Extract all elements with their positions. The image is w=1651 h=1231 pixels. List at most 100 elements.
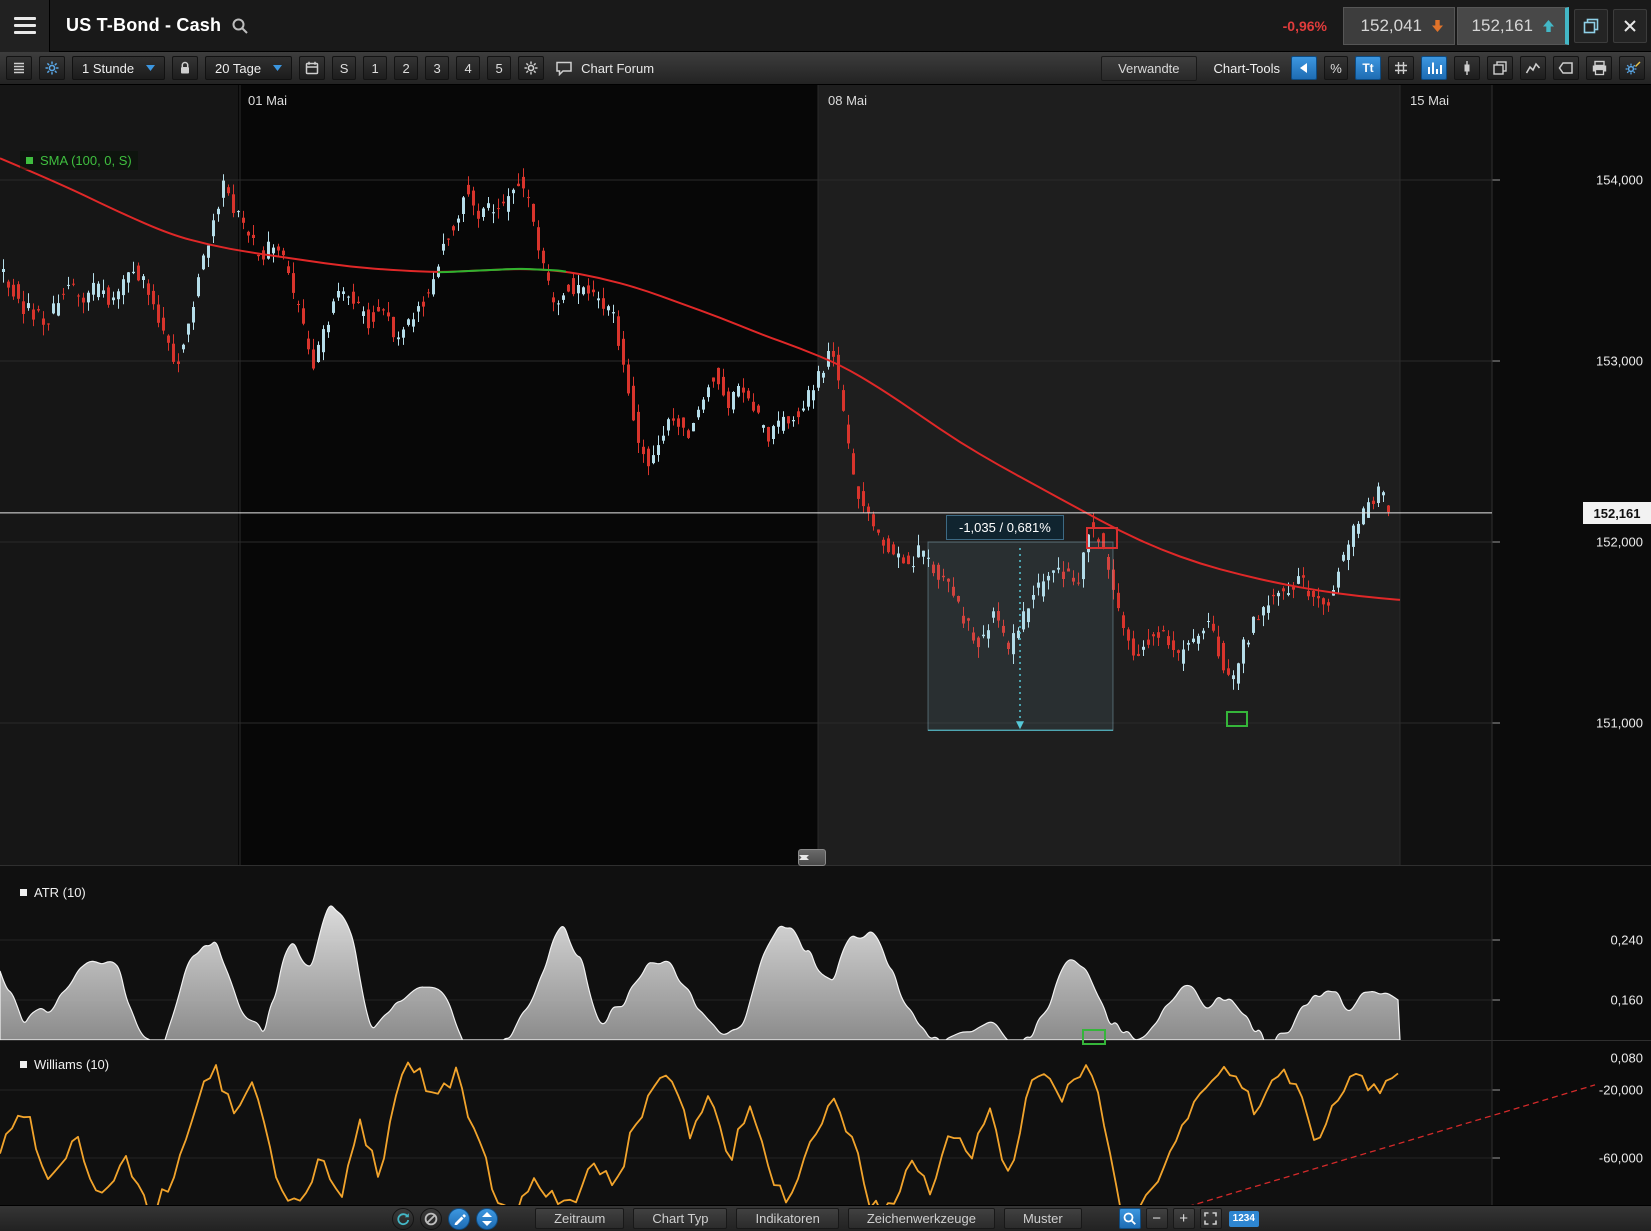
arrow-up-icon — [1542, 19, 1555, 33]
fit-chart-button[interactable] — [1200, 1208, 1222, 1229]
quote-panel-icon[interactable] — [6, 56, 32, 80]
atr-legend-text: ATR (10) — [34, 885, 86, 900]
chart-settings-gear-icon[interactable] — [518, 56, 544, 80]
titlebar: US T-Bond - Cash -0,96% 152,041 152,161 — [0, 0, 1651, 52]
line-chart-type-icon[interactable] — [1520, 56, 1546, 80]
muster-button[interactable]: Muster — [1004, 1208, 1082, 1229]
refresh-icon — [396, 1212, 410, 1226]
chart-area: 01 Mai 08 Mai 15 Mai 154,000 153,000 152… — [0, 85, 1651, 1205]
measure-region — [928, 542, 1113, 730]
current-price-badge: 152,161 — [1583, 502, 1651, 524]
close-window-button[interactable] — [1613, 9, 1647, 43]
buy-price-value: 152,161 — [1472, 16, 1533, 36]
measure-tooltip: -1,035 / 0,681% — [946, 515, 1064, 540]
speed-button-5[interactable]: 5 — [487, 56, 511, 80]
atr-axis-label: 0,160 — [1563, 993, 1643, 1008]
collapse-tools-button[interactable] — [1291, 56, 1317, 80]
callout-shape-icon[interactable] — [1553, 56, 1579, 80]
sell-price-value: 152,041 — [1361, 16, 1422, 36]
speed-button-s[interactable]: S — [332, 56, 356, 80]
speed-button-3[interactable]: 3 — [425, 56, 449, 80]
bottom-toolbar: Zeitraum Chart Typ Indikatoren Zeichenwe… — [0, 1205, 1651, 1231]
refresh-button[interactable] — [392, 1208, 414, 1230]
price-axis-label: 152,000 — [1563, 535, 1643, 550]
speed-button-4[interactable]: 4 — [456, 56, 480, 80]
settings-gear-icon[interactable] — [39, 56, 65, 80]
chart-edit-gear-icon[interactable] — [1619, 56, 1645, 80]
atr-bullet-icon — [20, 889, 27, 896]
lock-icon[interactable] — [172, 56, 198, 80]
grid-toggle-icon[interactable] — [1388, 56, 1414, 80]
pencil-icon — [453, 1212, 466, 1225]
duplicate-chart-icon[interactable] — [1487, 56, 1513, 80]
date-label: 08 Mai — [828, 93, 867, 108]
williams-legend-text: Williams (10) — [34, 1057, 109, 1072]
price-axis-label: 153,000 — [1563, 354, 1643, 369]
chart-typ-button[interactable]: Chart Typ — [633, 1208, 727, 1229]
williams-axis-label: -20,000 — [1563, 1083, 1643, 1098]
sma-legend-text: SMA (100, 0, S) — [40, 153, 132, 168]
instrument-title: US T-Bond - Cash — [66, 15, 221, 36]
chevron-down-icon — [146, 65, 155, 71]
hamburger-menu-button[interactable] — [0, 0, 50, 52]
chart-forum-button[interactable]: Chart Forum — [555, 60, 654, 76]
magnifier-icon — [1123, 1212, 1136, 1225]
print-icon[interactable] — [1586, 56, 1612, 80]
atr-legend[interactable]: ATR (10) — [20, 885, 86, 900]
price-axis-label: 154,000 — [1563, 173, 1643, 188]
arrow-down-icon — [1431, 19, 1444, 33]
calendar-icon[interactable] — [299, 56, 325, 80]
date-label: 01 Mai — [248, 93, 287, 108]
reorder-panels-button[interactable] — [476, 1208, 498, 1230]
williams-legend[interactable]: Williams (10) — [20, 1057, 109, 1072]
arrow-left-icon — [1299, 63, 1309, 73]
interval-value: 1 Stunde — [82, 61, 134, 76]
atr-axis-label: 0,080 — [1563, 1051, 1643, 1066]
pattern-marker-green — [1226, 711, 1248, 727]
expand-icon — [1204, 1212, 1217, 1225]
panel-divider — [0, 865, 1651, 866]
panel-divider — [0, 1040, 1651, 1041]
percent-scale-button[interactable]: % — [1324, 56, 1348, 80]
interval-dropdown[interactable]: 1 Stunde — [72, 56, 165, 80]
buy-price-button[interactable]: 152,161 — [1457, 7, 1569, 45]
chart-toolbar: 1 Stunde 20 Tage S 1 2 3 4 5 Chart Forum… — [0, 52, 1651, 85]
search-icon[interactable] — [231, 17, 249, 35]
text-tool-button[interactable]: Tt — [1355, 56, 1381, 80]
pattern-marker-green-williams — [1082, 1029, 1106, 1045]
williams-axis-label: -60,000 — [1563, 1151, 1643, 1166]
chevron-down-icon — [273, 65, 282, 71]
chart-forum-label: Chart Forum — [581, 61, 654, 76]
zoom-out-button[interactable]: − — [1146, 1208, 1168, 1229]
speech-bubble-icon — [555, 60, 573, 76]
up-down-arrows-icon — [481, 1212, 493, 1226]
zoom-mode-button[interactable] — [1119, 1208, 1141, 1229]
date-label: 15 Mai — [1410, 93, 1449, 108]
candlestick-type-icon[interactable] — [1454, 56, 1480, 80]
zeitraum-button[interactable]: Zeitraum — [535, 1208, 624, 1229]
numbers-display-badge[interactable]: 1234 — [1229, 1211, 1259, 1227]
change-percent: -0,96% — [1283, 18, 1327, 34]
trading-platform-window: US T-Bond - Cash -0,96% 152,041 152,161 — [0, 0, 1651, 1231]
atr-axis-label: 0,240 — [1563, 933, 1643, 948]
draw-tool-button[interactable] — [448, 1208, 470, 1230]
sma-legend[interactable]: SMA (100, 0, S) — [20, 151, 138, 170]
williams-bullet-icon — [20, 1061, 27, 1068]
bar-chart-type-icon[interactable] — [1421, 56, 1447, 80]
restore-window-button[interactable] — [1574, 9, 1608, 43]
sell-price-button[interactable]: 152,041 — [1343, 7, 1455, 45]
sma-bullet-icon — [26, 157, 33, 164]
panel-resize-handle[interactable] — [798, 849, 826, 866]
speed-button-2[interactable]: 2 — [394, 56, 418, 80]
range-dropdown[interactable]: 20 Tage — [205, 56, 292, 80]
speed-button-1[interactable]: 1 — [363, 56, 387, 80]
range-value: 20 Tage — [215, 61, 261, 76]
atr-indicator-panel[interactable] — [0, 865, 1651, 1040]
zoom-in-button[interactable]: + — [1173, 1208, 1195, 1229]
williams-indicator-panel[interactable] — [0, 1040, 1651, 1205]
indikatoren-button[interactable]: Indikatoren — [736, 1208, 838, 1229]
verwandte-button[interactable]: Verwandte — [1101, 56, 1196, 81]
main-price-chart[interactable] — [0, 85, 1651, 865]
clear-drawings-button[interactable] — [420, 1208, 442, 1230]
zeichenwerkzeuge-button[interactable]: Zeichenwerkzeuge — [848, 1208, 995, 1229]
